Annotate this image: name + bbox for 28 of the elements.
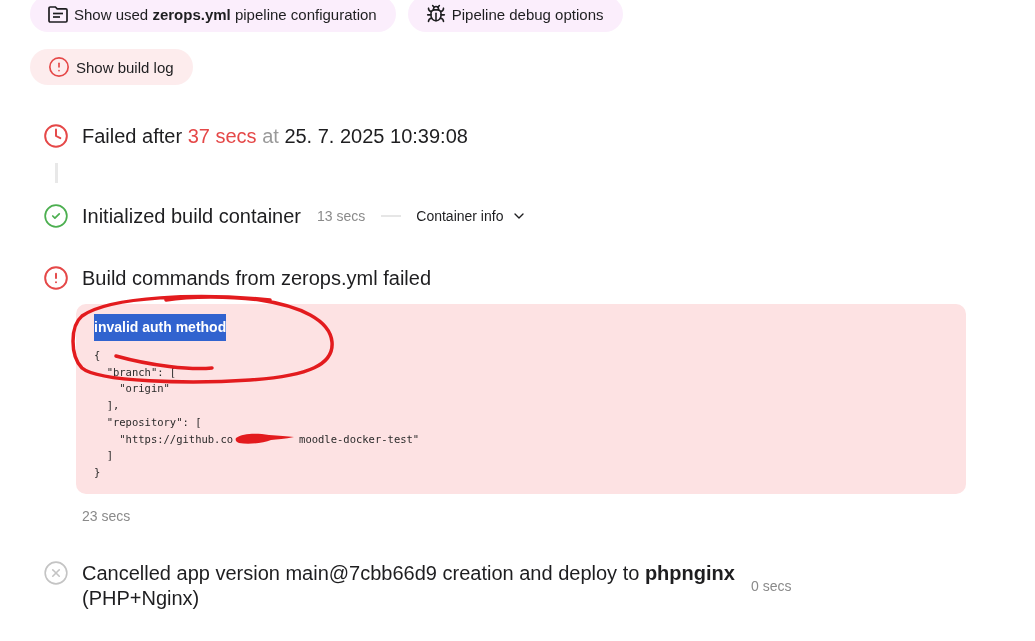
folder-icon bbox=[48, 5, 68, 23]
code-line: ], bbox=[105, 398, 120, 414]
container-info-toggle[interactable]: Container info bbox=[416, 208, 528, 224]
code-line: "branch": [ bbox=[105, 364, 177, 380]
code-line: "repository": [ bbox=[105, 414, 202, 430]
action-button[interactable]: Show build log bbox=[30, 49, 193, 85]
action-button[interactable]: Show used zerops.yml pipeline configuration bbox=[30, 0, 396, 32]
step-duration: 23 secs bbox=[82, 507, 131, 524]
step-duration: 13 secs bbox=[317, 208, 366, 224]
step-title: Cancelled app version main@7cbb66d9 creation and deploy to phpnginx (PHP+Nginx) bbox=[82, 560, 736, 611]
step-title: Initialized build container bbox=[82, 204, 302, 229]
code-line: moodle-docker-test" bbox=[299, 431, 420, 447]
code-line: ] bbox=[105, 448, 113, 464]
check-circle-icon bbox=[43, 202, 69, 230]
clock-icon bbox=[43, 122, 69, 150]
code-line: } bbox=[94, 464, 101, 480]
alert-icon bbox=[48, 56, 70, 78]
alert-icon bbox=[43, 264, 69, 292]
error-message: invalid auth method bbox=[94, 314, 227, 341]
step-title: Build commands from zerops.yml failed bbox=[82, 266, 432, 291]
code-line: { bbox=[94, 348, 101, 363]
cross-circle-icon bbox=[43, 559, 69, 588]
bug-icon bbox=[425, 4, 446, 24]
code-line: "origin" bbox=[118, 381, 170, 397]
action-button[interactable]: Pipeline debug options bbox=[407, 0, 623, 32]
code-line: "https://github.co bbox=[118, 431, 234, 447]
failure-summary: Failed after 37 secs at 25. 7. 2025 10:39:08 bbox=[82, 124, 468, 149]
step-duration: 0 secs bbox=[751, 577, 792, 594]
